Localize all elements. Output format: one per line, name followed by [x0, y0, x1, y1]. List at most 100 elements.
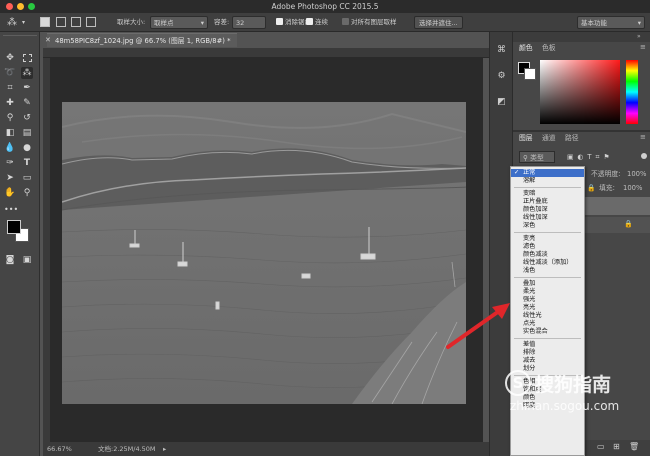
- screen-mode-icon[interactable]: ▣: [21, 254, 33, 266]
- blend-mode-item[interactable]: 变亮: [511, 235, 584, 243]
- blend-mode-item[interactable]: 溶解: [511, 177, 584, 185]
- type-icon[interactable]: T: [21, 157, 33, 169]
- opacity-label: 不透明度:: [591, 170, 621, 178]
- blend-mode-item[interactable]: 差值: [511, 341, 584, 349]
- zoom-icon[interactable]: ⚲: [21, 187, 33, 199]
- path-select-icon[interactable]: ➤: [4, 172, 16, 184]
- document-image[interactable]: [62, 102, 466, 404]
- blend-mode-item[interactable]: 减去: [511, 357, 584, 365]
- blend-mode-item[interactable]: 排除: [511, 349, 584, 357]
- document-tab[interactable]: 48m58PIC8zf_1024.jpg @ 66.7% (图层 1, RGB/…: [47, 33, 237, 47]
- opacity-value[interactable]: 100%: [627, 168, 646, 180]
- tools-panel: ✥ ➰ ⁂ ⌗ ✒ ✚ ✎ ⚲ ↺ ◧ ▤ 💧 ● ✑ T ➤ ▭ ✋ ⚲ ••…: [0, 32, 40, 456]
- layer-filter-select[interactable]: ⚲ 类型: [519, 151, 555, 163]
- blur-icon[interactable]: 💧: [4, 142, 16, 154]
- add-selection-icon[interactable]: [56, 17, 66, 27]
- blend-mode-item[interactable]: 线性减淡（添加）: [511, 259, 584, 267]
- close-tab-icon[interactable]: ✕: [45, 36, 51, 44]
- color-background-swatch[interactable]: [524, 68, 536, 80]
- tab-swatches[interactable]: 色板: [542, 42, 556, 54]
- history-brush-icon[interactable]: ↺: [21, 112, 33, 124]
- blend-mode-item[interactable]: 颜色加深: [511, 206, 584, 214]
- crop-icon[interactable]: ⌗: [4, 82, 16, 94]
- new-layer-icon[interactable]: ⊞: [613, 442, 620, 451]
- eraser-icon[interactable]: ◧: [4, 127, 16, 139]
- eyedropper-icon[interactable]: ✒: [21, 82, 33, 94]
- magic-wand-icon[interactable]: ⁂: [21, 67, 33, 79]
- tolerance-input[interactable]: 32: [232, 16, 266, 29]
- blend-mode-item[interactable]: 点光: [511, 320, 584, 328]
- tab-channels[interactable]: 通道: [542, 132, 556, 144]
- clone-stamp-icon[interactable]: ⚲: [4, 112, 16, 124]
- blend-mode-item[interactable]: 强光: [511, 296, 584, 304]
- blend-mode-item[interactable]: 线性光: [511, 312, 584, 320]
- layers-panel-menu-icon[interactable]: ≡: [640, 133, 646, 141]
- zoom-level[interactable]: 66.67%: [47, 443, 72, 455]
- checkbox-checked-icon: [306, 18, 313, 25]
- blend-mode-item[interactable]: 叠加: [511, 280, 584, 288]
- status-menu-arrow-icon[interactable]: ▸: [163, 443, 166, 455]
- more-tools-icon[interactable]: •••: [4, 204, 18, 216]
- hand-icon[interactable]: ✋: [4, 187, 16, 199]
- history-panel-icon[interactable]: ⌘: [495, 44, 508, 57]
- adjustments-panel-icon[interactable]: ◩: [495, 96, 508, 109]
- chevron-down-icon[interactable]: ▾: [22, 16, 25, 29]
- watermark-url: zhinan.sogou.com: [510, 399, 620, 413]
- blend-mode-item[interactable]: 亮光: [511, 304, 584, 312]
- panel-divider: [513, 130, 650, 132]
- delete-layer-icon[interactable]: 🗑: [629, 442, 639, 451]
- layer-filter-icons[interactable]: ▣◐T⌗⚑: [567, 151, 613, 163]
- layer-filter-kind: 类型: [530, 154, 544, 162]
- new-group-icon[interactable]: ▭: [597, 442, 605, 451]
- panel-menu-icon[interactable]: ≡: [640, 43, 646, 51]
- tab-paths[interactable]: 路径: [565, 132, 579, 144]
- horizontal-ruler[interactable]: [43, 48, 489, 58]
- lasso-icon[interactable]: ➰: [4, 67, 16, 79]
- document-tab-title: 48m58PIC8zf_1024.jpg @ 66.7% (图层 1, RGB/…: [55, 37, 231, 45]
- blend-mode-item[interactable]: 实色混合: [511, 328, 584, 336]
- sample-size-select[interactable]: 取样点 ▾: [150, 16, 208, 29]
- filter-toggle-icon[interactable]: [641, 153, 647, 159]
- color-field[interactable]: [540, 60, 620, 124]
- all-layers-checkbox[interactable]: 对所有图层取样: [342, 16, 397, 29]
- blend-mode-item[interactable]: 深色: [511, 222, 584, 230]
- properties-panel-icon[interactable]: ⚙: [495, 70, 508, 83]
- quick-mask-icon[interactable]: ◙: [4, 254, 16, 266]
- shape-icon[interactable]: ▭: [21, 172, 33, 184]
- blend-mode-item[interactable]: 变暗: [511, 190, 584, 198]
- tools-panel-grip[interactable]: [3, 35, 37, 39]
- blend-mode-normal[interactable]: ✓ 正常: [511, 169, 584, 177]
- collapse-panels-icon[interactable]: »: [637, 33, 641, 40]
- layer-row-background[interactable]: [585, 217, 650, 233]
- hue-slider[interactable]: [626, 60, 638, 124]
- workspace-select[interactable]: 基本功能 ▾: [577, 16, 645, 29]
- gradient-icon[interactable]: ▤: [21, 127, 33, 139]
- tab-color[interactable]: 颜色: [519, 42, 533, 54]
- new-selection-icon[interactable]: [40, 17, 50, 27]
- blend-mode-item[interactable]: 正片叠底: [511, 198, 584, 206]
- dodge-icon[interactable]: ●: [21, 142, 33, 154]
- subtract-selection-icon[interactable]: [71, 17, 81, 27]
- blend-mode-item[interactable]: 线性加深: [511, 214, 584, 222]
- doc-size[interactable]: 文档:2.25M/4.50M: [98, 443, 156, 455]
- blend-mode-item[interactable]: 滤色: [511, 243, 584, 251]
- move-icon[interactable]: ✥: [4, 52, 16, 64]
- layer-row-selected[interactable]: [585, 197, 650, 215]
- vertical-ruler[interactable]: [43, 58, 51, 442]
- contiguous-checkbox[interactable]: 连续: [306, 16, 328, 29]
- brush-icon[interactable]: ✎: [21, 97, 33, 109]
- tab-layers[interactable]: 图层: [519, 132, 533, 144]
- intersect-selection-icon[interactable]: [86, 17, 96, 27]
- pen-icon[interactable]: ✑: [4, 157, 16, 169]
- fill-value[interactable]: 100%: [623, 182, 642, 194]
- select-and-mask-button[interactable]: 选择并遮住...: [414, 16, 463, 29]
- foreground-color-swatch-top[interactable]: [7, 220, 21, 234]
- blend-mode-item[interactable]: 颜色减淡: [511, 251, 584, 259]
- lock-icon[interactable]: 🔒: [587, 182, 595, 194]
- blend-mode-item[interactable]: 柔光: [511, 288, 584, 296]
- workspace-value: 基本功能: [581, 19, 607, 27]
- marquee-icon[interactable]: [23, 54, 32, 62]
- magic-wand-tool-preset-icon[interactable]: ⁂: [7, 16, 17, 29]
- healing-icon[interactable]: ✚: [4, 97, 16, 109]
- blend-mode-item[interactable]: 浅色: [511, 267, 584, 275]
